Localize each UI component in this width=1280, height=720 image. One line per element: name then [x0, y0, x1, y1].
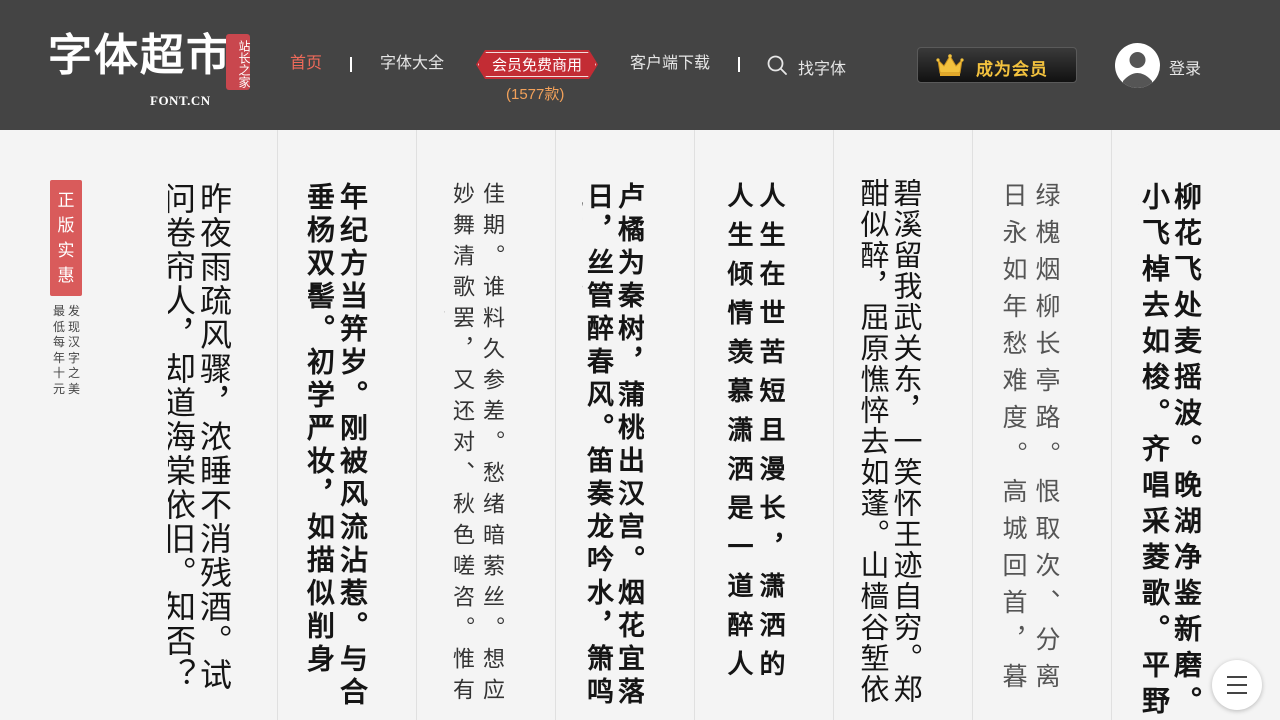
site-header: 字体超市 站长之家 FONT.CN 首页 字体大全 会员免费商用 (1577款)… [0, 0, 1280, 130]
member-font-count: (1577款) [506, 86, 565, 103]
user-avatar[interactable] [1115, 43, 1160, 88]
find-font-label: 找字体 [798, 61, 847, 78]
font-sample-text: 绿槐烟柳长亭路。恨取次、分离日永如年愁难度。高城回首，暮 [999, 182, 1061, 700]
logo-seal: 站长之家 [226, 34, 251, 90]
site-logo[interactable]: 字体超市 站长之家 FONT.CN [48, 26, 258, 108]
become-member-button[interactable]: 成为会员 [917, 47, 1077, 83]
font-sample-text: 年纪方当笄岁。刚被风流沾惹。与合垂杨双髻。初学严妆，如描似削身材，怯雨羞云情意。… [303, 182, 369, 710]
promo-line-2: 最低每年十元 [52, 304, 65, 396]
font-sample-text: 佳期。谁料久参差。愁绪暗萦丝。想应妙舞清歌罢，又还对、秋色嗟咨。惟有画楼，当时 [449, 182, 504, 709]
promo-line-1: 发现汉字之美 [67, 304, 80, 396]
font-sample-text: 人生在世苦短且漫长，潇洒的人生倾情羡慕潇洒是一道醉人的风景 [723, 182, 785, 689]
font-sample-text: 柳花飞处麦摇波。晚湖净鉴新磨。小飞棹去如梭。齐唱采菱歌。平野水 [1138, 182, 1202, 720]
nav-font-library[interactable]: 字体大全 [380, 54, 444, 74]
user-icon [1115, 43, 1160, 88]
become-member-label: 成为会员 [976, 60, 1048, 79]
font-sample-text: 碧溪留我武关东，一笑怀王迹自穷。郑酣似醉，屈原憔悴去如蓬。山樯谷堑依 [858, 178, 922, 705]
font-sample-text: 卢橘为秦树，蒲桃出汉宫。烟花宜落日，丝管醉春风。笛奏龙吟水，箫鸣凤下空。 [582, 182, 644, 710]
logo-subtitle: FONT.CN [150, 93, 211, 108]
nav-client-download[interactable]: 客户端下载 [630, 54, 710, 74]
font-sample-text: 昨夜雨疏风骤，浓睡不消残酒。试问卷帘人，却道海棠依旧。知否？知否？ [168, 182, 232, 692]
promo-tag-text: 正版实惠 [57, 191, 75, 286]
nav-divider [350, 57, 352, 72]
search-icon [767, 55, 787, 75]
nav-divider [738, 57, 740, 72]
nav-home[interactable]: 首页 [290, 54, 322, 74]
crown-icon [936, 54, 964, 76]
badge-label: 会员免费商用 [491, 57, 582, 74]
floating-menu-button[interactable] [1212, 660, 1262, 710]
nav-member-free-badge[interactable]: 会员免费商用 [476, 50, 598, 79]
menu-icon [1212, 660, 1262, 710]
login-link[interactable]: 登录 [1169, 55, 1201, 79]
logo-text: 字体超市 [48, 30, 232, 81]
promo-tag[interactable]: 正版实惠 [50, 180, 82, 296]
